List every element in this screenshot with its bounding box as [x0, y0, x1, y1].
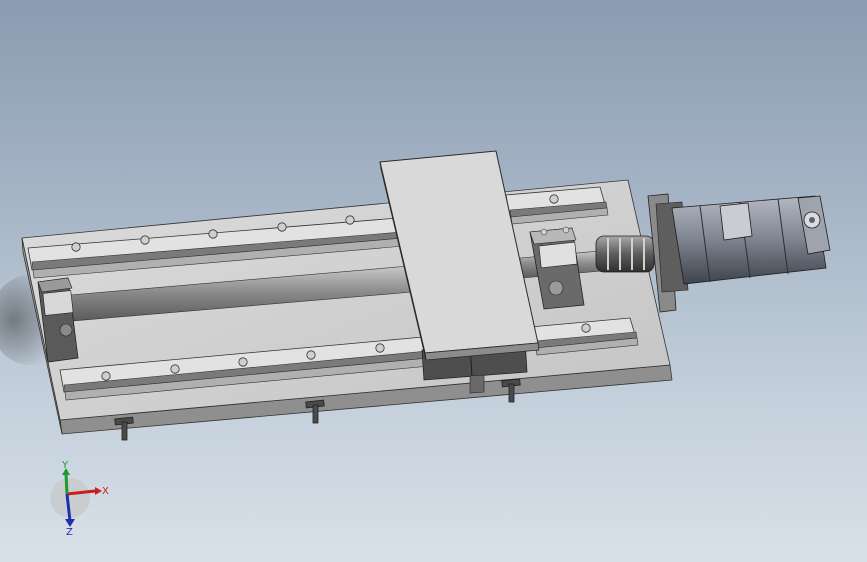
x-axis-arrowhead	[95, 487, 102, 495]
orientation-triad[interactable]: X Y Z	[0, 0, 867, 562]
y-axis-arrow	[64, 473, 69, 495]
x-axis-label: X	[102, 486, 109, 497]
z-axis-arrowhead	[65, 519, 75, 527]
cad-viewport[interactable]: X Y Z	[0, 0, 867, 562]
z-axis-label: Z	[66, 527, 73, 538]
y-axis-label: Y	[61, 460, 69, 471]
